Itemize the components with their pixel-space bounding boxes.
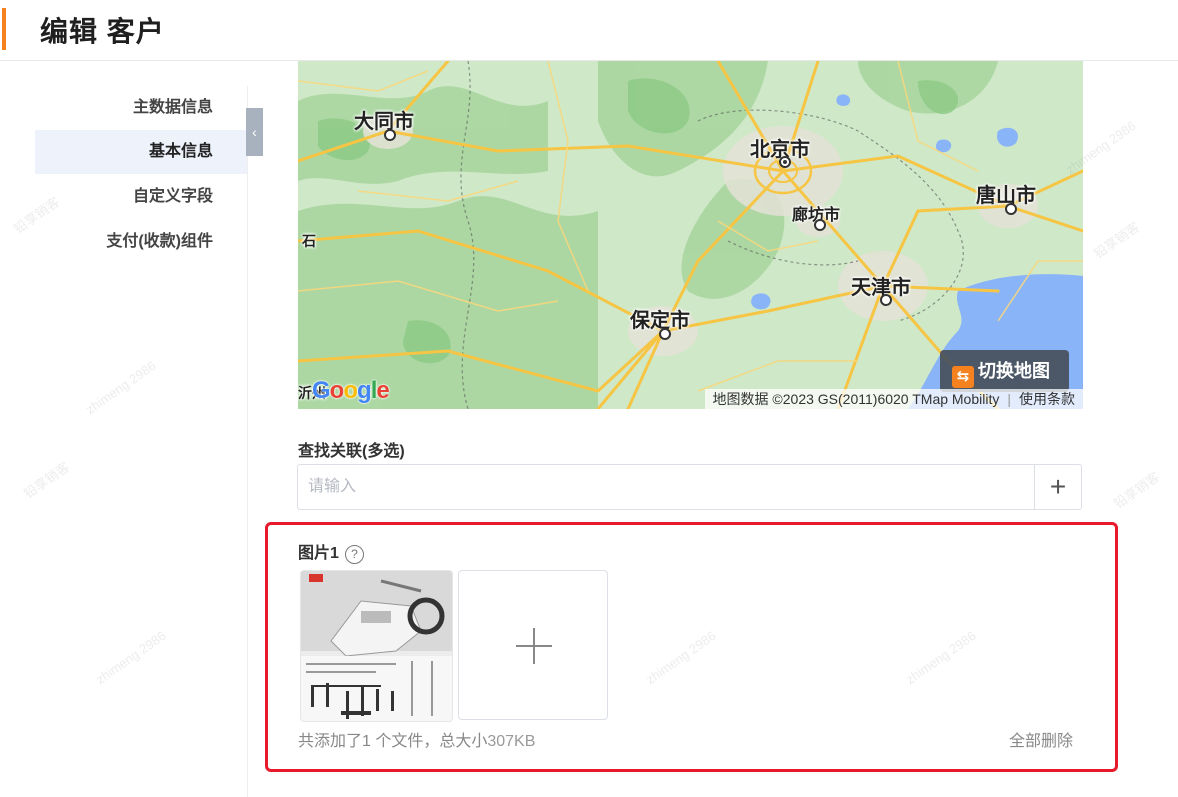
map-city-marker-baoding	[659, 328, 671, 340]
sidebar-item-custom-fields[interactable]: 自定义字段	[133, 175, 213, 219]
side-nav: 主数据信息 基本信息 自定义字段 支付(收款)组件	[0, 86, 248, 797]
sidebar-item-master-data[interactable]: 主数据信息	[133, 86, 213, 130]
map-city-marker-tianjin	[880, 294, 892, 306]
swap-icon: ⇆	[952, 366, 974, 388]
plus-icon: +	[1049, 471, 1067, 502]
map-city-marker-tangshan	[1005, 203, 1017, 215]
plus-icon-vertical	[533, 628, 535, 664]
sidebar-collapse-button[interactable]: ‹	[246, 108, 263, 156]
watermark-text: 铅享销客	[1090, 219, 1143, 262]
switch-map-label: 切换地图	[978, 361, 1050, 381]
upload-total-size: 307KB	[487, 733, 536, 750]
add-related-button[interactable]: +	[1034, 465, 1081, 509]
delete-all-button[interactable]: 全部删除	[1009, 727, 1073, 751]
map-city-marker-datong	[384, 129, 396, 141]
map-edge-label-left: 石	[302, 233, 316, 249]
upload-summary-text: 共添加了1 个文件，总大小	[298, 733, 488, 750]
map-city-marker-beijing	[779, 156, 791, 168]
upload-summary: 共添加了1 个文件，总大小307KB	[298, 727, 535, 751]
watermark-text: 铅享销客	[1110, 469, 1163, 512]
related-search-field: +	[297, 464, 1082, 510]
sidebar-item-basic-info[interactable]: 基本信息	[35, 130, 247, 174]
map-city-marker-langfang	[814, 219, 826, 231]
terms-of-use-link[interactable]: 使用条款	[1019, 391, 1075, 407]
map-data-credit: 地图数据 ©2023 GS(2011)6020 TMap Mobility	[712, 391, 1000, 407]
header-accent-bar	[2, 8, 6, 50]
sidebar-item-payment-component[interactable]: 支付(收款)组件	[106, 220, 213, 264]
map-view[interactable]: 石 沂州 大同市 北京市 唐山市 廊坊市 天津市 保定市 ⇆ 切换地图 Googl…	[298, 61, 1083, 409]
page-header: 编辑 客户	[0, 0, 1178, 61]
help-icon[interactable]: ?	[344, 545, 364, 564]
chevron-left-icon: ‹	[252, 124, 257, 140]
related-search-input[interactable]	[298, 465, 1036, 509]
thumbnail-image	[301, 571, 452, 721]
switch-map-button[interactable]: ⇆ 切换地图	[940, 350, 1069, 392]
related-search-label: 查找关联(多选)	[298, 443, 405, 460]
google-logo[interactable]: Google	[312, 377, 390, 405]
add-image-button[interactable]	[458, 570, 608, 720]
map-attribution: 地图数据 ©2023 GS(2011)6020 TMap Mobility | 使用…	[704, 389, 1083, 409]
image-field-label-text: 图片1	[298, 545, 339, 562]
map-city-label-datong: 大同市	[354, 111, 414, 133]
uploaded-image-thumbnail[interactable]	[300, 570, 453, 722]
page-title: 编辑 客户	[40, 16, 165, 47]
image-field-label: 图片1?	[298, 539, 364, 564]
